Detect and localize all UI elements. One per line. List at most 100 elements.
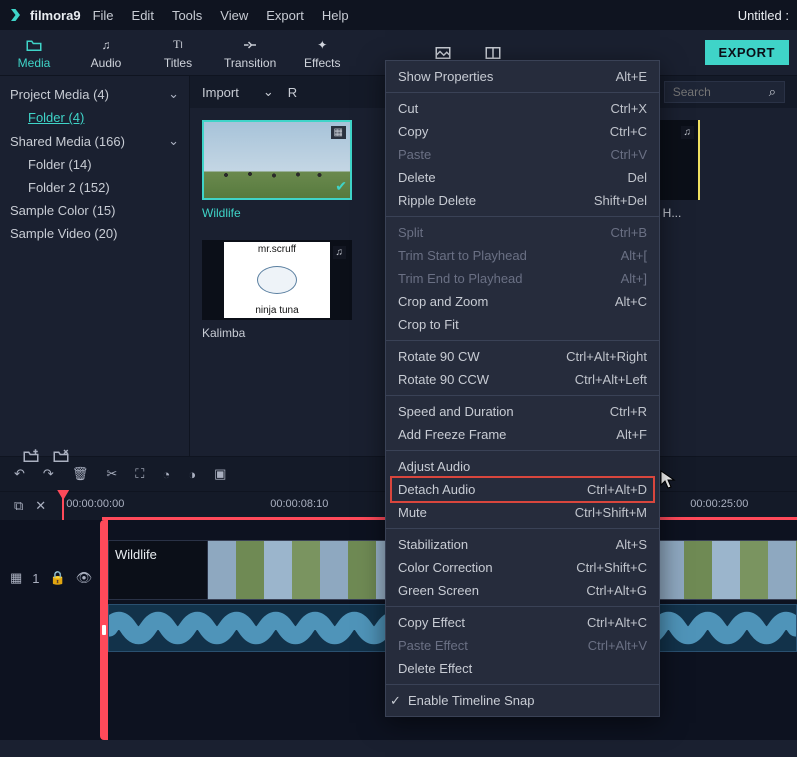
menu-export[interactable]: Export <box>266 8 304 23</box>
ctx-rotate-90-cw[interactable]: Rotate 90 CWCtrl+Alt+Right <box>386 345 659 368</box>
lock-icon[interactable]: 🔒 <box>50 570 66 586</box>
ctx-copy-effect[interactable]: Copy EffectCtrl+Alt+C <box>386 611 659 634</box>
tab-image[interactable] <box>428 44 458 62</box>
search-input[interactable] <box>673 85 763 99</box>
music-note-icon: ♫ <box>333 246 347 259</box>
search-field[interactable]: ⌕ <box>664 81 785 103</box>
remove-folder-icon[interactable] <box>52 447 70 468</box>
ctx-speed-and-duration[interactable]: Speed and DurationCtrl+R <box>386 400 659 423</box>
sidebar-label: Folder (14) <box>28 157 92 172</box>
tab-effects[interactable]: ✦ Effects <box>296 36 348 70</box>
menu-edit[interactable]: Edit <box>132 8 154 23</box>
split-icon[interactable]: ✂ <box>106 466 117 482</box>
ctx-green-screen[interactable]: Green ScreenCtrl+Alt+G <box>386 579 659 602</box>
undo-icon[interactable]: ↶ <box>14 466 25 482</box>
ctx-item-shortcut: Ctrl+X <box>611 101 647 116</box>
ctx-mute[interactable]: Mute Ctrl+Shift+M <box>386 501 659 524</box>
ctx-trim-start-to-playhead: Trim Start to PlayheadAlt+[ <box>386 244 659 267</box>
album-art-bottom: ninja tuna <box>255 305 298 316</box>
ctx-delete[interactable]: DeleteDel <box>386 166 659 189</box>
chevron-down-icon: ⌄ <box>168 86 179 102</box>
menu-tools[interactable]: Tools <box>172 8 202 23</box>
ctx-item-label: Mute <box>398 505 427 520</box>
ctx-item-label: Adjust Audio <box>398 459 470 474</box>
grid-icon: ▦ <box>331 126 346 139</box>
ctx-adjust-audio[interactable]: Adjust Audio <box>386 455 659 478</box>
sidebar-label: Project Media (4) <box>10 87 109 102</box>
import-button[interactable]: Import ⌄ <box>202 84 274 100</box>
color-icon[interactable]: ◑ <box>188 467 196 482</box>
record-button[interactable]: R <box>288 85 297 100</box>
ctx-rotate-90-ccw[interactable]: Rotate 90 CCWCtrl+Alt+Left <box>386 368 659 391</box>
ctx-stabilization[interactable]: StabilizationAlt+S <box>386 533 659 556</box>
sidebar-item-folder-14[interactable]: Folder (14) <box>0 153 189 176</box>
ctx-crop-and-zoom[interactable]: Crop and ZoomAlt+C <box>386 290 659 313</box>
sidebar-label: Folder 2 (152) <box>28 180 110 195</box>
ctx-item-shortcut: Ctrl+B <box>611 225 647 240</box>
ctx-item-shortcut: Alt+F <box>616 427 647 442</box>
ctx-cut[interactable]: Cut Ctrl+X <box>386 97 659 120</box>
media-item-kalimba[interactable]: mr.scruff ninja tuna ♫ Kalimba <box>202 240 352 340</box>
ctx-item-shortcut: Ctrl+Alt+G <box>586 583 647 598</box>
tab-split[interactable] <box>478 44 508 62</box>
ctx-item-label: Delete <box>398 170 436 185</box>
ctx-color-correction[interactable]: Color CorrectionCtrl+Shift+C <box>386 556 659 579</box>
ctx-item-shortcut: Ctrl+R <box>610 404 647 419</box>
unlink-icon[interactable]: ✕ <box>35 498 46 514</box>
sidebar-item-folder-2-152[interactable]: Folder 2 (152) <box>0 176 189 199</box>
ctx-item-shortcut: Ctrl+V <box>611 147 647 162</box>
ctx-show-properties[interactable]: Show PropertiesAlt+E <box>386 65 659 88</box>
sidebar-item-folder-4[interactable]: Folder (4) <box>0 106 189 129</box>
tab-media-label: Media <box>18 56 51 70</box>
media-item-label: Wildlife <box>202 206 352 220</box>
ctx-copy[interactable]: CopyCtrl+C <box>386 120 659 143</box>
speed-icon[interactable]: ◔ <box>162 467 170 482</box>
menu-file[interactable]: File <box>93 8 114 23</box>
crop-icon[interactable]: ⛶ <box>135 466 144 482</box>
tab-transition[interactable]: Transition <box>224 36 276 70</box>
delete-icon[interactable]: 🗑 <box>72 466 89 482</box>
tab-media[interactable]: Media <box>8 36 60 70</box>
check-icon: ✔ <box>335 178 347 195</box>
ctx-enable-timeline-snap[interactable]: Enable Timeline Snap <box>386 689 659 712</box>
ctx-detach-audio[interactable]: Detach AudioCtrl+Alt+D <box>386 478 659 501</box>
chevron-down-icon: ⌄ <box>263 84 274 100</box>
playhead[interactable] <box>62 492 64 520</box>
sidebar-item-sample-color[interactable]: Sample Color (15) <box>0 199 189 222</box>
clip-start-handle[interactable] <box>100 520 108 740</box>
ctx-delete-effect[interactable]: Delete Effect <box>386 657 659 680</box>
ctx-item-label: Cut <box>398 101 418 116</box>
greenscreen-icon[interactable]: ▣ <box>214 466 226 482</box>
ctx-add-freeze-frame[interactable]: Add Freeze FrameAlt+F <box>386 423 659 446</box>
ruler-label: 00:00:08:10 <box>270 498 328 510</box>
menu-help[interactable]: Help <box>322 8 349 23</box>
sidebar-item-sample-video[interactable]: Sample Video (20) <box>0 222 189 245</box>
import-label: Import <box>202 85 239 100</box>
library-sidebar: Project Media (4) ⌄ Folder (4) Shared Me… <box>0 76 190 456</box>
ctx-item-label: Ripple Delete <box>398 193 476 208</box>
ctx-crop-to-fit[interactable]: Crop to Fit <box>386 313 659 336</box>
tab-audio[interactable]: ♫ Audio <box>80 36 132 70</box>
ctx-item-label: Rotate 90 CCW <box>398 372 489 387</box>
media-item-wildlife[interactable]: ▦ ✔ Wildlife <box>202 120 352 220</box>
search-icon[interactable]: ⌕ <box>769 84 776 100</box>
track-number: 1 <box>32 571 39 586</box>
sidebar-item-project-media[interactable]: Project Media (4) ⌄ <box>0 82 189 106</box>
tab-titles[interactable]: TI Titles <box>152 36 204 70</box>
ctx-item-shortcut: Ctrl+Shift+M <box>575 505 647 520</box>
video-clip-label: Wildlife <box>108 540 208 600</box>
sidebar-item-shared-media[interactable]: Shared Media (166) ⌄ <box>0 129 189 153</box>
ctx-item-shortcut: Ctrl+C <box>610 124 647 139</box>
tab-transition-label: Transition <box>224 56 276 70</box>
redo-icon[interactable]: ↷ <box>43 466 54 482</box>
export-button[interactable]: EXPORT <box>705 40 789 65</box>
add-folder-icon[interactable] <box>22 447 40 468</box>
eye-icon[interactable]: 👁 <box>76 570 93 586</box>
add-track-icon[interactable]: ⧉ <box>14 498 23 514</box>
ctx-item-shortcut: Alt+C <box>615 294 647 309</box>
album-art-top: mr.scruff <box>258 244 296 255</box>
menu-view[interactable]: View <box>220 8 248 23</box>
ctx-ripple-delete[interactable]: Ripple DeleteShift+Del <box>386 189 659 212</box>
sidebar-footer-icons <box>12 447 201 468</box>
tab-effects-label: Effects <box>304 56 340 70</box>
